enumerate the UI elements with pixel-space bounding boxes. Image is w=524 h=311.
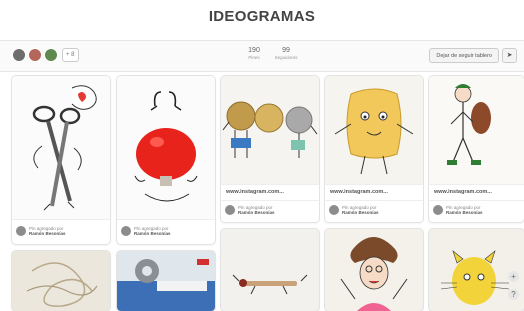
more-collaborators-badge[interactable]: + 8 xyxy=(62,48,79,62)
pin-source-link[interactable]: www.instagram.com... xyxy=(330,189,388,195)
pin-card[interactable] xyxy=(325,229,423,311)
pin-image-coins-figures[interactable] xyxy=(221,76,319,184)
send-button[interactable]: ➤ xyxy=(502,48,517,63)
followers-count: 99 xyxy=(282,47,290,54)
pin-credit[interactable]: Pin agregado por Ramón Besonías xyxy=(225,205,275,215)
pin-credit[interactable]: Pin agregado por Ramón Besonías xyxy=(121,226,171,236)
pin-card[interactable] xyxy=(221,229,319,311)
pin-image-matchstick-figure[interactable] xyxy=(221,229,319,311)
paper-plane-icon: ➤ xyxy=(506,52,513,59)
pin-image-red-nose-face[interactable] xyxy=(117,76,215,219)
plus-icon[interactable]: + xyxy=(508,271,519,282)
help-icon[interactable]: ? xyxy=(508,289,519,300)
pin-image-curly-hair-woman[interactable] xyxy=(325,229,423,311)
pin-credit[interactable]: Pin agregado por Ramón Besonías xyxy=(433,205,483,215)
pin-source-link[interactable]: www.instagram.com... xyxy=(226,189,284,195)
credit-name[interactable]: Ramón Besonías xyxy=(134,231,171,236)
credit-name[interactable]: Ramón Besonías xyxy=(29,231,66,236)
credit-name[interactable]: Ramón Besonías xyxy=(446,210,483,215)
pin-card[interactable]: Pin agregado por Ramón Besonías xyxy=(117,76,215,244)
pin-image-scissors-figure[interactable] xyxy=(12,76,110,219)
collaborator-avatar[interactable] xyxy=(28,48,42,62)
pinner-avatar[interactable] xyxy=(225,205,235,215)
pin-image-sponge-figure[interactable] xyxy=(325,76,423,184)
credit-name[interactable]: Ramón Besonías xyxy=(238,210,275,215)
pin-credit[interactable]: Pin agregado por Ramón Besonías xyxy=(16,226,66,236)
pinner-avatar[interactable] xyxy=(16,226,26,236)
board-header-bar: + 8 190 Pines 99 Seguidores Dejar de seg… xyxy=(0,40,524,72)
pin-card[interactable] xyxy=(12,251,110,311)
pin-image-hiker-figure[interactable] xyxy=(429,76,524,184)
pin-source-link[interactable]: www.instagram.com... xyxy=(434,189,492,195)
pin-card[interactable]: www.instagram.com... Pin agregado por Ram… xyxy=(429,76,524,222)
pin-card[interactable] xyxy=(117,251,215,311)
pinner-avatar[interactable] xyxy=(329,205,339,215)
pinner-avatar[interactable] xyxy=(433,205,443,215)
credit-name[interactable]: Ramón Besonías xyxy=(342,210,379,215)
collaborator-avatar[interactable] xyxy=(12,48,26,62)
pin-card[interactable]: Pin agregado por Ramón Besonías xyxy=(12,76,110,244)
pin-card[interactable]: www.instagram.com... Pin agregado por Ram… xyxy=(221,76,319,222)
pin-card[interactable]: www.instagram.com... Pin agregado por Ram… xyxy=(325,76,423,222)
followers-stat[interactable]: 99 Seguidores xyxy=(266,47,306,60)
collaborator-avatar[interactable] xyxy=(44,48,58,62)
pin-image-string[interactable] xyxy=(12,251,110,311)
unfollow-board-button[interactable]: Dejar de seguir tablero xyxy=(429,48,499,63)
followers-label: Seguidores xyxy=(274,55,298,60)
board-title: IDEOGRAMAS xyxy=(208,8,316,25)
pin-credit[interactable]: Pin agregado por Ramón Besonías xyxy=(329,205,379,215)
pinner-avatar[interactable] xyxy=(121,226,131,236)
collaborators[interactable]: + 8 xyxy=(12,48,79,62)
pin-image-tape-dispenser[interactable] xyxy=(117,251,215,311)
